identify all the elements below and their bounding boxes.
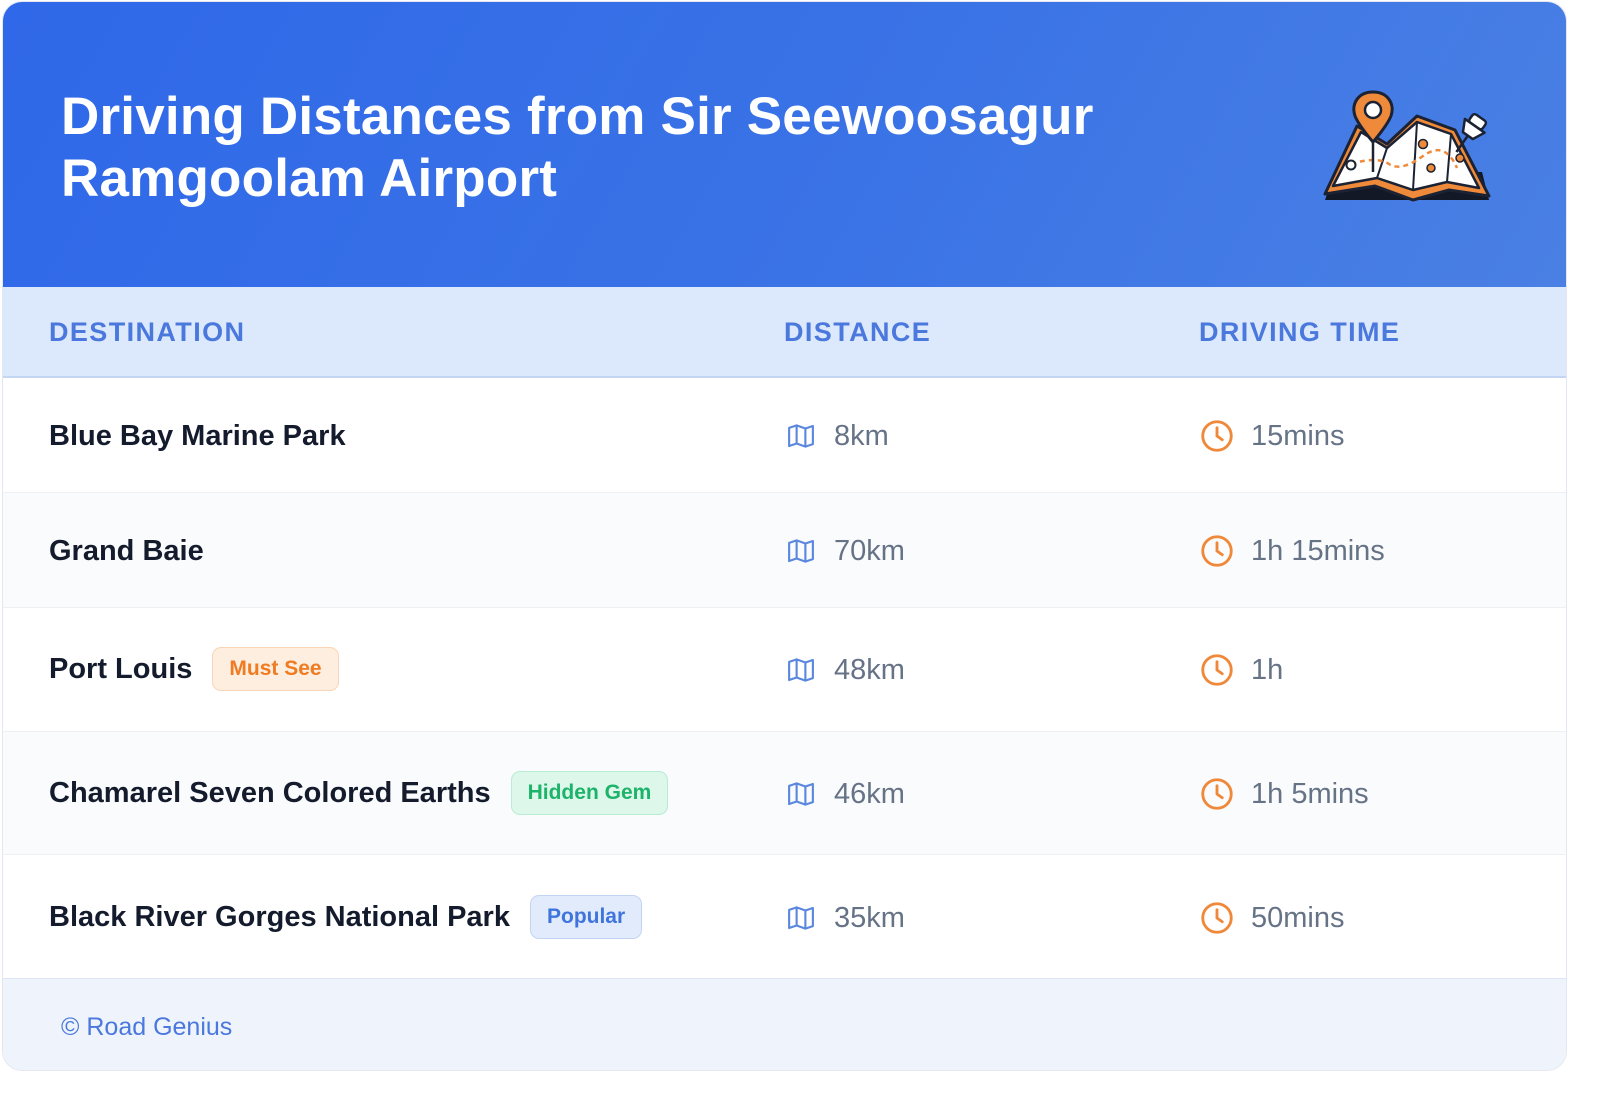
clock-icon (1201, 535, 1233, 567)
hidden-gem-badge: Hidden Gem (510, 771, 669, 815)
time-value: 1h 15mins (1251, 534, 1385, 567)
distance-cell: 35km (785, 898, 905, 938)
clock-icon (1201, 778, 1233, 810)
table-row: Blue Bay Marine Park 8km 15mins (3, 378, 1566, 493)
must-see-badge: Must See (212, 647, 339, 691)
copyright-text: © Road Genius (61, 1013, 233, 1041)
footer: © Road Genius (3, 978, 1566, 1070)
table-row: Grand Baie 70km 1h 15mins (3, 493, 1566, 608)
map-icon (788, 658, 814, 682)
distance-cell: 8km (785, 416, 889, 456)
table-header: DESTINATION DISTANCE DRIVING TIME (3, 287, 1566, 378)
time-cell: 1h 5mins (1199, 774, 1369, 814)
destination-name: Port Louis (49, 652, 193, 685)
distance-cell: 48km (785, 650, 905, 690)
distance-cell: 46km (785, 774, 905, 814)
distance-value: 46km (834, 777, 905, 810)
distance-cell: 70km (785, 531, 905, 571)
map-icon (788, 424, 814, 448)
column-header-destination[interactable]: DESTINATION (49, 317, 245, 348)
map-icon (788, 539, 814, 563)
map-with-pins-icon (1323, 90, 1491, 202)
header-banner: Driving Distances from Sir Seewoosagur R… (3, 2, 1566, 287)
destination-name: Blue Bay Marine Park (49, 419, 346, 452)
table-row: Port Louis Must See 48km 1h (3, 608, 1566, 732)
time-cell: 15mins (1199, 416, 1345, 456)
destination-cell: Blue Bay Marine Park (49, 416, 346, 456)
destination-name: Black River Gorges National Park (49, 900, 510, 933)
map-icon (788, 782, 814, 806)
page-title: Driving Distances from Sir Seewoosagur R… (61, 87, 1094, 208)
distance-value: 35km (834, 901, 905, 934)
destination-cell: Chamarel Seven Colored Earths Hidden Gem (49, 770, 669, 816)
map-icon (788, 906, 814, 930)
column-header-driving-time[interactable]: DRIVING TIME (1199, 317, 1400, 348)
distance-value: 48km (834, 653, 905, 686)
time-cell: 1h (1199, 650, 1283, 690)
destination-name: Grand Baie (49, 534, 204, 567)
destination-cell: Grand Baie (49, 531, 204, 571)
table-row: Black River Gorges National Park Popular… (3, 855, 1566, 978)
distance-value: 8km (834, 419, 889, 452)
time-value: 1h 5mins (1251, 777, 1369, 810)
popular-badge: Popular (529, 895, 643, 939)
distance-value: 70km (834, 534, 905, 567)
column-header-distance[interactable]: DISTANCE (784, 317, 931, 348)
destination-cell: Black River Gorges National Park Popular (49, 894, 643, 940)
clock-icon (1201, 654, 1233, 686)
time-value: 50mins (1251, 901, 1345, 934)
destination-name: Chamarel Seven Colored Earths (49, 776, 491, 809)
distance-table-card: Driving Distances from Sir Seewoosagur R… (2, 1, 1567, 1071)
clock-icon (1201, 420, 1233, 452)
clock-icon (1201, 902, 1233, 934)
time-cell: 1h 15mins (1199, 531, 1385, 571)
time-value: 15mins (1251, 419, 1345, 452)
time-cell: 50mins (1199, 898, 1345, 938)
table-row: Chamarel Seven Colored Earths Hidden Gem… (3, 732, 1566, 855)
destination-cell: Port Louis Must See (49, 646, 339, 692)
time-value: 1h (1251, 653, 1284, 686)
